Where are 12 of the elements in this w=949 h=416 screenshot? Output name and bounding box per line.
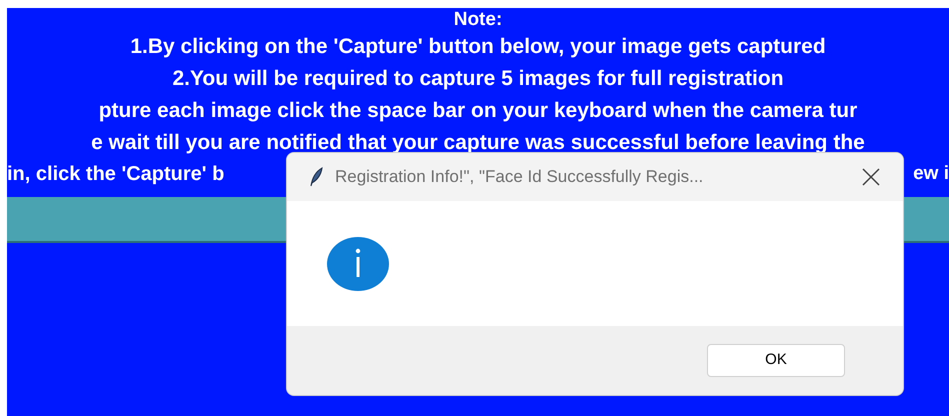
note-line: pture each image click the space bar on your keyboard when the camera tur [98, 98, 858, 124]
close-icon [862, 168, 880, 186]
note-line: in, click the 'Capture' b [7, 162, 224, 187]
ok-button[interactable]: OK [707, 344, 845, 377]
note-line: 1.By clicking on the 'Capture' button below, your image gets captured [130, 34, 826, 60]
note-line: 2.You will be required to capture 5 images for full registration [172, 66, 784, 92]
dialog-title: Registration Info!", "Face Id Successfully Regis... [335, 166, 704, 188]
note-line: e wait till you are notified that your capture was successful before leaving the [91, 130, 865, 156]
feather-icon [309, 167, 323, 187]
note-line: ew i [913, 162, 949, 186]
info-icon [327, 236, 389, 290]
note-heading: Note: [454, 9, 502, 31]
